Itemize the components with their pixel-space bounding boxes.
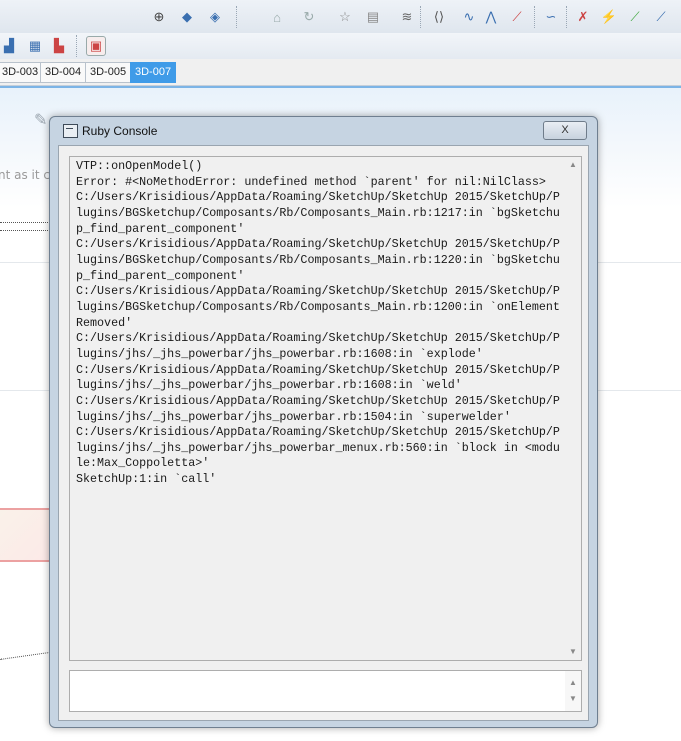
console-body: VTP::onOpenModel() Error: #<NoMethodError… <box>58 145 589 721</box>
background-panel-text: nt as it cr <box>0 168 55 182</box>
view-iso-icon[interactable]: ◆ <box>178 8 196 26</box>
console-output-line: SketchUp:1:in `call' <box>76 472 217 487</box>
wave-icon[interactable]: ∿ <box>460 8 478 26</box>
scroll-down-icon[interactable]: ▼ <box>565 644 581 660</box>
console-output[interactable]: VTP::onOpenModel() Error: #<NoMethodError… <box>69 156 582 661</box>
input-scrollbar[interactable]: ▲ ▼ <box>565 671 581 711</box>
grid-icon[interactable]: ▦ <box>26 37 44 55</box>
star-icon[interactable]: ☆ <box>336 8 354 26</box>
console-output-line: Error: #<NoMethodError: undefined method… <box>76 174 546 189</box>
console-output-line: C:/Users/Krisidious/AppData/Roaming/Sket… <box>76 393 560 424</box>
extend-icon[interactable]: ⟋ <box>652 8 670 26</box>
toolbar-separator <box>420 6 422 28</box>
ruby-console-window: Ruby Console X VTP::onOpenModel() Error: … <box>49 116 598 728</box>
zigzag-icon[interactable]: ⋀ <box>482 8 500 26</box>
chart-icon[interactable]: ▙ <box>50 37 68 55</box>
scene-tabs: 3D-003 3D-004 3D-005 3D-007 <box>0 59 681 86</box>
tab-3d-004[interactable]: 3D-004 <box>40 62 87 83</box>
tab-3d-007[interactable]: 3D-007 <box>130 62 177 83</box>
split-icon[interactable]: ⚡ <box>600 8 618 26</box>
console-output-line: C:/Users/Krisidious/AppData/Roaming/Sket… <box>76 190 560 236</box>
console-output-text: VTP::onOpenModel() Error: #<NoMethodError… <box>76 159 562 488</box>
intersect-icon[interactable]: ✗ <box>574 8 592 26</box>
console-output-line: C:/Users/Krisidious/AppData/Roaming/Sket… <box>76 284 560 330</box>
console-output-line: C:/Users/Krisidious/AppData/Roaming/Sket… <box>76 362 560 393</box>
clipboard-icon[interactable]: ▤ <box>364 8 382 26</box>
curve-icon[interactable]: ∽ <box>542 8 560 26</box>
console-window-icon <box>63 124 78 138</box>
tab-3d-005[interactable]: 3D-005 <box>85 62 132 83</box>
console-output-line: C:/Users/Krisidious/AppData/Roaming/Sket… <box>76 331 560 361</box>
scroll-down-icon[interactable]: ▼ <box>565 691 581 707</box>
close-button[interactable]: X <box>543 121 587 140</box>
console-output-line: VTP::onOpenModel() <box>76 159 203 173</box>
scroll-up-icon[interactable]: ▲ <box>565 157 581 173</box>
toolbar-separator <box>236 6 238 28</box>
window-title: Ruby Console <box>82 124 158 138</box>
secondary-toolbar: ▟ ▦ ▙ ▣ <box>0 33 681 60</box>
tab-3d-003[interactable]: 3D-003 <box>0 62 44 83</box>
soften-icon[interactable]: ⟋ <box>508 8 526 26</box>
output-scrollbar[interactable]: ▲ ▼ <box>565 157 581 660</box>
console-output-line: C:/Users/Krisidious/AppData/Roaming/Sket… <box>76 237 560 283</box>
component-icon[interactable]: ▣ <box>86 36 106 56</box>
view-top-icon[interactable]: ◈ <box>206 8 224 26</box>
scroll-up-icon[interactable]: ▲ <box>565 675 581 691</box>
main-toolbar: ⊕ ◆ ◈ ⌂ ↻ ☆ ▤ ≋ ⟨⟩ ∿ ⋀ ⟋ ∽ ✗ ⚡ ⟋ ⟋ <box>0 0 681 34</box>
layers-icon[interactable]: ≋ <box>398 8 416 26</box>
edge-style-icon[interactable]: ⟨⟩ <box>430 8 448 26</box>
console-output-line: C:/Users/Krisidious/AppData/Roaming/Sket… <box>76 425 560 471</box>
measure-icon[interactable]: ⟋ <box>626 8 644 26</box>
refresh-icon[interactable]: ↻ <box>300 8 318 26</box>
console-input[interactable]: ▲ ▼ <box>69 670 582 712</box>
toolbar-separator <box>76 35 78 57</box>
orbit-icon[interactable]: ⊕ <box>150 8 168 26</box>
pencil-icon[interactable]: ✎ <box>34 110 47 130</box>
bar-icon[interactable]: ▟ <box>0 37 18 55</box>
toolbar-separator <box>534 6 536 28</box>
toolbar-separator <box>566 6 568 28</box>
title-bar[interactable]: Ruby Console X <box>50 117 597 145</box>
home-icon[interactable]: ⌂ <box>268 8 286 26</box>
